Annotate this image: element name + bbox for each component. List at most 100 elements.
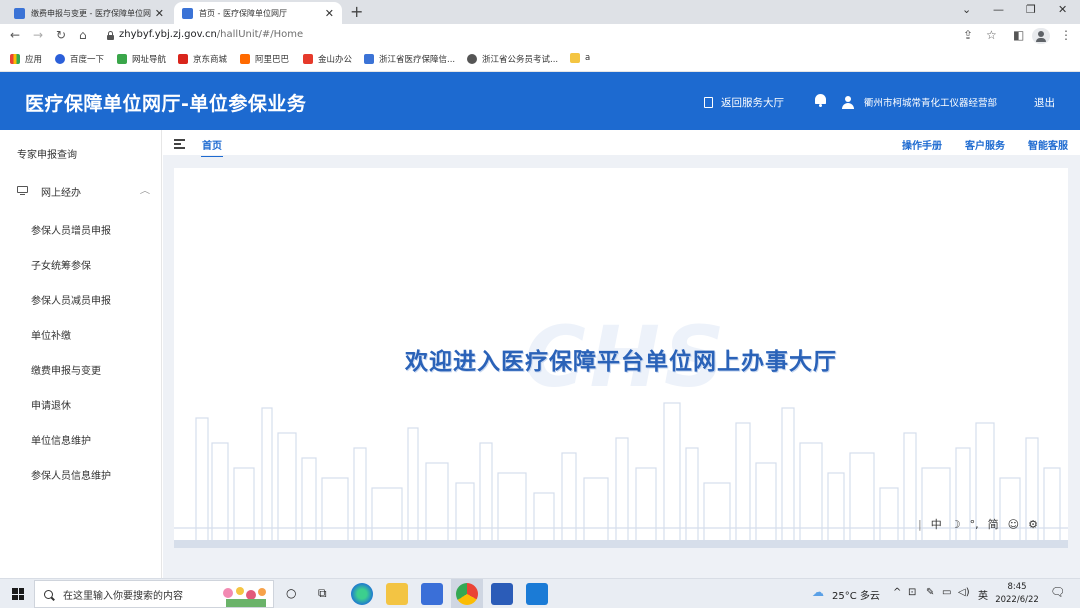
ime-drag-handle-icon[interactable]: | [918,518,922,531]
ime-simplified-icon[interactable]: 简 [988,516,999,532]
edge-browser-icon[interactable] [351,583,373,605]
bookmark-baidu[interactable]: 百度一下 [55,53,104,65]
chrome-icon[interactable] [456,583,478,605]
site-favicon-icon [182,7,193,19]
bookmark-label: 阿里巴巴 [255,55,290,65]
ime-settings-icon[interactable]: ⚙ [1028,518,1038,531]
chevron-up-icon[interactable]: ︿ [140,185,150,196]
bookmark-folder-a[interactable]: a [570,53,590,63]
windows-start-icon[interactable] [12,588,24,600]
close-window-icon[interactable]: ✕ [1058,3,1067,16]
lock-icon[interactable] [107,31,114,40]
cortana-circle-icon[interactable]: ○ [286,586,296,600]
bookmark-jd[interactable]: 京东商城 [178,53,227,65]
jd-logo-icon [178,54,188,64]
share-icon[interactable]: ⇪ [963,28,973,42]
bell-icon[interactable] [814,93,827,107]
notification-icon[interactable]: 🗨 [1050,585,1065,599]
bookmark-label: 应用 [25,55,43,65]
bookmark-label: 金山办公 [318,55,353,65]
bookmark-label: 百度一下 [70,55,105,65]
bookmarks-bar: 应用 百度一下 网址导航 京东商城 阿里巴巴 金山办公 浙江省医疗保障信... … [0,48,1080,72]
reload-icon[interactable]: ↻ [56,28,66,42]
ime-moon-icon[interactable]: ☽ [951,518,961,531]
sidebar-item-unit-info[interactable]: 单位信息维护 [31,432,91,447]
tab-title: 缴费申报与变更 - 医疗保障单位网 [31,8,151,18]
tray-pen-icon[interactable]: ✎ [926,587,934,598]
logout-button[interactable]: 退出 [1034,95,1055,110]
sidebar-item-insured-info[interactable]: 参保人员信息维护 [31,467,111,482]
tray-battery-icon[interactable]: ▭ [942,587,951,598]
word-icon[interactable] [491,583,513,605]
store-icon[interactable] [421,583,443,605]
folder-icon [570,53,580,63]
return-service-hall-link[interactable]: 返回服务大厅 [704,95,784,110]
bookmark-label: a [585,53,591,63]
profile-avatar-icon[interactable] [1032,28,1050,44]
ime-emoji-icon[interactable]: ☺ [1008,518,1019,531]
bookmark-zj-exam[interactable]: 浙江省公务员考试... [467,53,558,65]
back-arrow-icon[interactable]: ← [10,28,20,42]
browser-tab-home[interactable]: 首页 - 医疗保障单位网厅 ✕ [174,2,342,24]
sidebar-item-add-insured[interactable]: 参保人员增员申报 [31,222,111,237]
ime-toolbar: | 中 ☽ °, 简 ☺ ⚙ [918,512,1064,536]
tab-title: 首页 - 医疗保障单位网厅 [199,8,287,18]
alibaba-logo-icon [240,54,250,64]
smart-service-link[interactable]: 智能客服 [1028,137,1068,152]
tray-chevron-up-icon[interactable]: ^ [893,587,901,598]
bookmark-star-icon[interactable]: ☆ [986,28,997,42]
sidebar-item-back-payment[interactable]: 单位补缴 [31,327,71,342]
minimize-icon[interactable]: — [993,3,1004,16]
apps-grid-icon [10,54,20,64]
close-tab-icon[interactable]: ✕ [155,7,164,20]
address-bar[interactable]: zhybyf.ybj.zj.gov.cn/hallUnit/#/Home [119,29,303,40]
ime-punctuation-icon[interactable]: °, [970,518,979,531]
manual-link[interactable]: 操作手册 [902,137,942,152]
sidebar-item-retirement[interactable]: 申请退休 [31,397,71,412]
weather-text[interactable]: 25°C 多云 [832,587,880,602]
tab-search-chevron-icon[interactable]: ⌄ [962,3,971,16]
restore-icon[interactable]: ❐ [1026,3,1036,16]
bookmark-apps[interactable]: 应用 [10,53,42,65]
bookmark-zj-medical[interactable]: 浙江省医疗保障信... [364,53,455,65]
home-icon[interactable]: ⌂ [79,28,87,42]
sidebar-item-children-insurance[interactable]: 子女统筹参保 [31,257,91,272]
tray-volume-icon[interactable]: ◁) [958,587,970,598]
close-tab-icon[interactable]: ✕ [325,7,334,20]
customer-service-link[interactable]: 客户服务 [965,137,1005,152]
sidebar-item-reduce-insured[interactable]: 参保人员减员申报 [31,292,111,307]
bookmark-alibaba[interactable]: 阿里巴巴 [240,53,289,65]
forward-arrow-icon[interactable]: → [33,28,43,42]
new-tab-plus-icon[interactable]: + [350,2,363,21]
tray-network-icon[interactable]: ⊡ [908,587,916,598]
ime-chinese-mode[interactable]: 中 [931,516,942,532]
browser-tab-payment[interactable]: 缴费申报与变更 - 医疗保障单位网 ✕ [6,2,172,24]
browser-toolbar: ← → ↻ ⌂ zhybyf.ybj.zj.gov.cn/hallUnit/#/… [0,24,1080,48]
taskbar-clock[interactable]: 8:45 2022/6/22 [992,581,1042,607]
app-icon[interactable] [526,583,548,605]
sidebar-group-online[interactable]: 网上经办 [41,184,81,199]
flowers-decoration-icon [223,587,266,607]
user-icon [842,95,854,109]
url-path: /hallUnit/#/Home [216,29,304,40]
user-account[interactable]: 衢州市柯城常青化工仪器经营部 [842,95,997,109]
user-name: 衢州市柯城常青化工仪器经营部 [864,98,998,109]
banner-footer-strip [174,540,1068,548]
bookmark-nav[interactable]: 网址导航 [117,53,166,65]
bookmark-label: 京东商城 [193,55,228,65]
sidebar-item-payment-change[interactable]: 缴费申报与变更 [31,362,101,377]
menu-fold-icon[interactable] [174,139,185,149]
side-panel-icon[interactable]: ◧ [1013,28,1024,42]
sidebar-item-expert-query[interactable]: 专家申报查询 [17,146,77,161]
baidu-paw-icon [55,54,65,64]
tab-home[interactable]: 首页 [201,137,223,158]
task-view-icon[interactable]: ⧉ [318,586,327,601]
search-icon [44,589,53,599]
input-language[interactable]: 英 [978,587,988,602]
file-explorer-icon[interactable] [386,583,408,605]
sidebar-menu: 专家申报查询 网上经办 ︿ 参保人员增员申报 子女统筹参保 参保人员减员申报 单… [0,130,162,578]
monitor-icon [17,186,28,196]
bookmark-wps[interactable]: 金山办公 [303,53,352,65]
more-menu-icon[interactable]: ⋮ [1060,28,1072,42]
bookmark-label: 浙江省医疗保障信... [379,55,456,65]
